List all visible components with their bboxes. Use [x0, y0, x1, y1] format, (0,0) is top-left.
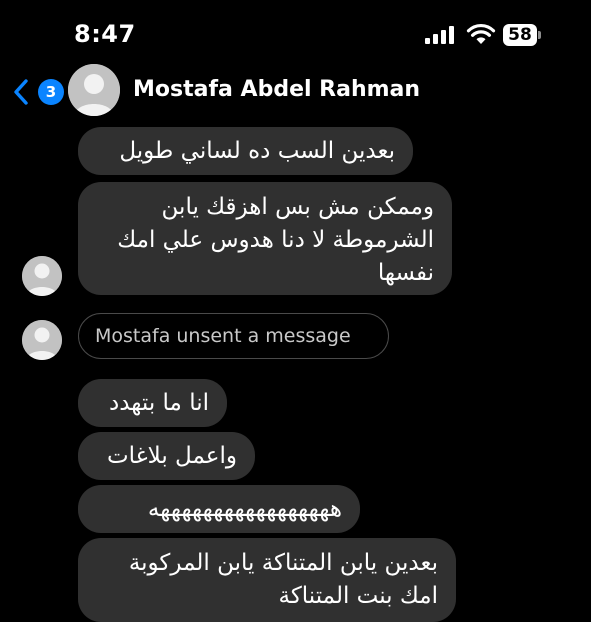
signal-icon — [425, 26, 455, 44]
person-icon — [22, 320, 62, 360]
battery-percent: 58 — [508, 25, 532, 45]
back-button[interactable]: 3 — [10, 75, 64, 109]
contact-avatar[interactable] — [68, 64, 120, 116]
unsent-message-notice: Mostafa unsent a message — [78, 313, 389, 359]
message-bubble[interactable]: هههههههههههههههههه — [78, 485, 360, 533]
sender-avatar[interactable] — [22, 256, 62, 296]
message-bubble[interactable]: بعدين السب ده لساني طويل — [78, 127, 413, 175]
person-icon — [22, 256, 62, 296]
battery-icon: 58 — [503, 24, 541, 46]
unread-count-badge: 3 — [38, 79, 64, 105]
message-bubble[interactable]: بعدين يابن المتناكة يابن المركوبة امك بن… — [78, 538, 456, 622]
message-bubble[interactable]: واعمل بلاغات — [78, 432, 255, 480]
message-bubble[interactable]: انا ما بتهدد — [78, 379, 227, 427]
conversation-header: 3 Mostafa Abdel Rahman — [0, 60, 591, 124]
wifi-icon — [466, 23, 496, 44]
status-time: 8:47 — [74, 20, 136, 48]
person-icon — [68, 64, 120, 116]
sender-avatar[interactable] — [22, 320, 62, 360]
message-bubble[interactable]: وممكن مش بس اهزقك يابن الشرموطة لا دنا ه… — [78, 182, 452, 295]
chevron-left-icon — [14, 79, 28, 105]
contact-name[interactable]: Mostafa Abdel Rahman — [133, 77, 420, 102]
